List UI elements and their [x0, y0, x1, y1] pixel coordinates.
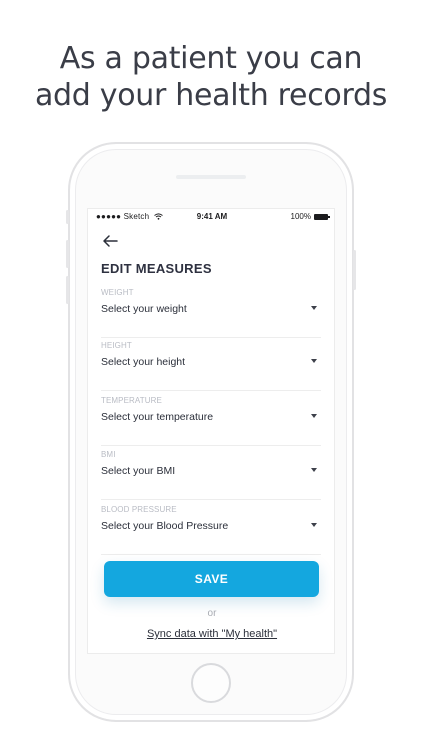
or-separator: or [207, 608, 217, 619]
weight-value: Select your weight [101, 303, 187, 315]
blood-pressure-label: BLOOD PRESSURE [101, 505, 177, 514]
phone-volume-up [66, 240, 69, 268]
save-button[interactable]: SAVE [104, 561, 319, 597]
temperature-label: TEMPERATURE [101, 396, 162, 405]
battery-group: 100% [290, 212, 330, 221]
caret-down-icon [311, 359, 317, 363]
blood-pressure-value: Select your Blood Pressure [101, 520, 229, 532]
caret-down-icon [311, 414, 317, 418]
caret-down-icon [311, 306, 317, 310]
phone-side-button [66, 210, 69, 224]
weight-label: WEIGHT [101, 288, 134, 297]
status-bar: ●●●●● Sketch 9:41 AM 100% [88, 209, 334, 223]
sync-my-health-link[interactable]: Sync data with "My health" [88, 628, 334, 640]
bmi-value: Select your BMI [101, 465, 176, 477]
weight-select[interactable]: WEIGHT Select your weight [101, 288, 321, 338]
height-select[interactable]: HEIGHT Select your height [101, 341, 321, 391]
blood-pressure-select[interactable]: BLOOD PRESSURE Select your Blood Pressur… [101, 505, 321, 555]
phone-power-button [353, 250, 356, 290]
caret-down-icon [311, 468, 317, 472]
bmi-select[interactable]: BMI Select your BMI [101, 450, 321, 500]
height-label: HEIGHT [101, 341, 132, 350]
app-screen: ●●●●● Sketch 9:41 AM 100% EDIT MEASURES … [87, 208, 335, 654]
phone-home-button[interactable] [191, 663, 231, 703]
back-arrow-icon[interactable] [101, 233, 119, 249]
battery-percent: 100% [290, 212, 311, 221]
phone-speaker [176, 175, 246, 179]
phone-volume-down [66, 276, 69, 304]
page-title: EDIT MEASURES [101, 261, 212, 276]
bmi-label: BMI [101, 450, 116, 459]
height-value: Select your height [101, 356, 186, 368]
temperature-select[interactable]: TEMPERATURE Select your temperature [101, 396, 321, 446]
marketing-headline: As a patient you can add your health rec… [0, 40, 422, 114]
headline-line-2: add your health records [34, 78, 388, 113]
temperature-value: Select your temperature [101, 411, 214, 423]
headline-line-1: As a patient you can [59, 41, 363, 76]
battery-icon [314, 213, 330, 220]
caret-down-icon [311, 523, 317, 527]
